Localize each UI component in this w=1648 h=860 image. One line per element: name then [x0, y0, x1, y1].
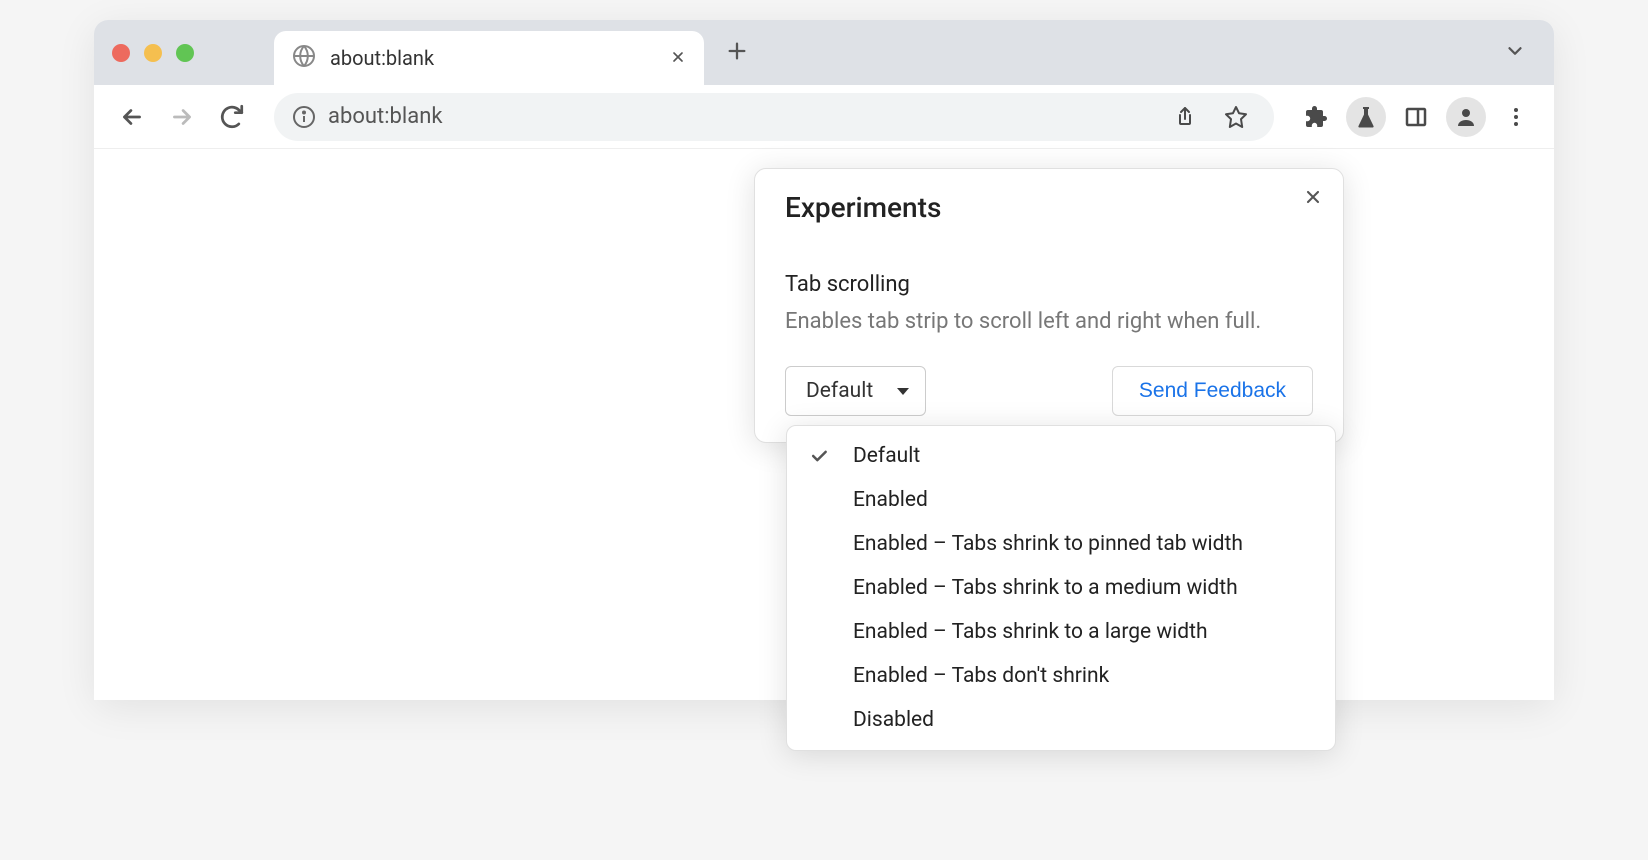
- window-maximize-button[interactable]: [176, 44, 194, 62]
- dropdown-option-label: Disabled: [853, 708, 934, 732]
- dropdown-option[interactable]: Disabled: [787, 698, 1335, 742]
- menu-button[interactable]: [1496, 97, 1536, 137]
- experiment-description: Enables tab strip to scroll left and rig…: [785, 305, 1313, 338]
- browser-tab[interactable]: about:blank: [274, 31, 704, 85]
- check-icon: [809, 446, 839, 466]
- popup-close-button[interactable]: [1303, 185, 1323, 213]
- window-minimize-button[interactable]: [144, 44, 162, 62]
- toolbar: about:blank: [94, 85, 1554, 149]
- dropdown-option-label: Enabled – Tabs shrink to a large width: [853, 620, 1208, 644]
- caret-down-icon: [897, 388, 909, 395]
- tab-list-button[interactable]: [1504, 40, 1526, 66]
- forward-button[interactable]: [162, 97, 202, 137]
- send-feedback-button[interactable]: Send Feedback: [1112, 366, 1313, 416]
- dropdown-option[interactable]: Enabled: [787, 478, 1335, 522]
- profile-avatar-icon[interactable]: [1446, 97, 1486, 137]
- window-close-button[interactable]: [112, 44, 130, 62]
- experiment-state-dropdown[interactable]: Default: [785, 366, 926, 416]
- tab-strip: about:blank: [94, 20, 1554, 85]
- new-tab-button[interactable]: [726, 36, 748, 69]
- url-text: about:blank: [328, 104, 1152, 129]
- site-info-icon[interactable]: [292, 105, 316, 129]
- browser-window: about:blank about:blank: [94, 20, 1554, 700]
- dropdown-option-label: Enabled – Tabs shrink to a medium width: [853, 576, 1238, 600]
- popup-title: Experiments: [785, 191, 1313, 224]
- dropdown-option[interactable]: Enabled – Tabs shrink to a large width: [787, 610, 1335, 654]
- dropdown-menu: Default Enabled Enabled – Tabs shrink to p…: [786, 425, 1336, 751]
- experiments-popup: Experiments Tab scrolling Enables tab st…: [754, 168, 1344, 443]
- globe-icon: [292, 44, 316, 72]
- tab-close-button[interactable]: [670, 46, 686, 71]
- window-controls: [112, 44, 194, 62]
- dropdown-option[interactable]: Enabled – Tabs don't shrink: [787, 654, 1335, 698]
- side-panel-icon[interactable]: [1396, 97, 1436, 137]
- address-bar[interactable]: about:blank: [274, 93, 1274, 141]
- dropdown-option[interactable]: Enabled – Tabs shrink to a medium width: [787, 566, 1335, 610]
- popup-actions: Default Send Feedback: [785, 366, 1313, 416]
- bookmark-star-icon[interactable]: [1216, 97, 1256, 137]
- dropdown-option[interactable]: Default: [787, 434, 1335, 478]
- back-button[interactable]: [112, 97, 152, 137]
- reload-button[interactable]: [212, 97, 252, 137]
- dropdown-option-label: Enabled – Tabs don't shrink: [853, 664, 1109, 688]
- dropdown-option-label: Enabled – Tabs shrink to pinned tab widt…: [853, 532, 1243, 556]
- dropdown-option[interactable]: Enabled – Tabs shrink to pinned tab widt…: [787, 522, 1335, 566]
- experiment-name: Tab scrolling: [785, 272, 1313, 297]
- experiments-beaker-icon[interactable]: [1346, 97, 1386, 137]
- extensions-icon[interactable]: [1296, 97, 1336, 137]
- dropdown-selected-label: Default: [806, 379, 873, 403]
- share-icon[interactable]: [1164, 97, 1204, 137]
- dropdown-option-label: Default: [853, 444, 920, 468]
- dropdown-option-label: Enabled: [853, 488, 928, 512]
- tab-title: about:blank: [330, 46, 656, 70]
